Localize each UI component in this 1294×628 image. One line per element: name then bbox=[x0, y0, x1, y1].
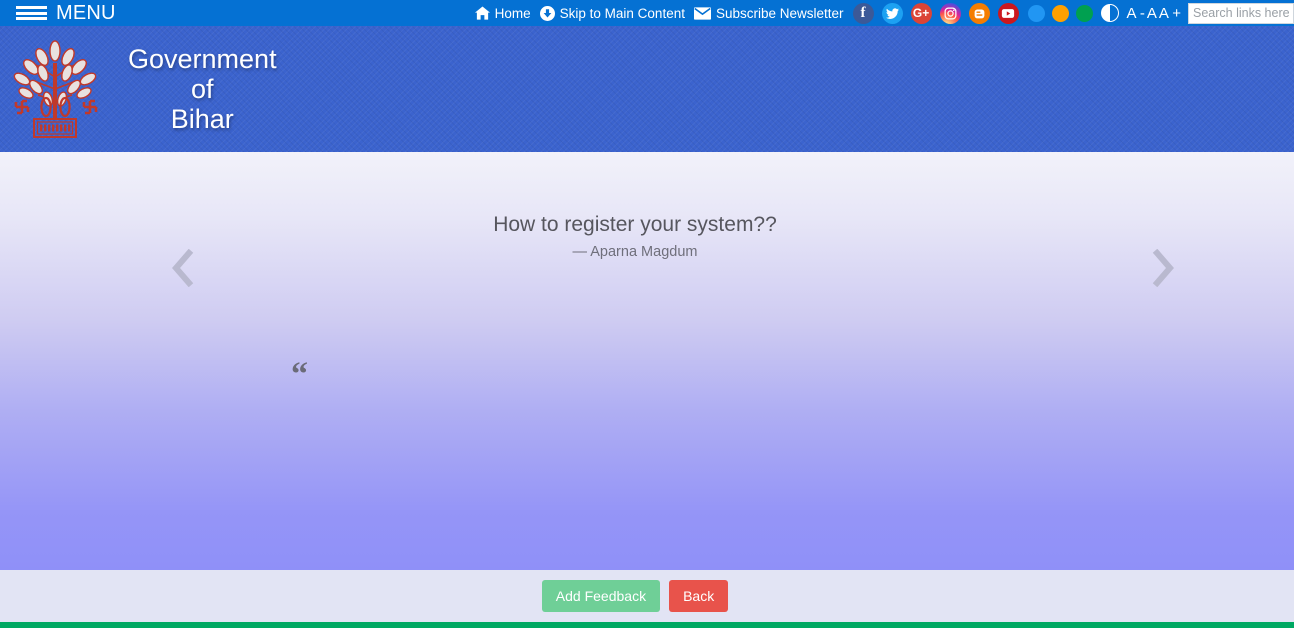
testimonial-content: How to register your system?? — Aparna M… bbox=[0, 212, 1294, 260]
font-decrease-button[interactable]: A - bbox=[1126, 5, 1146, 22]
font-size-controls: A - A A + bbox=[1126, 5, 1182, 22]
top-nav-right: Home Skip to Main Content Subscribe News… bbox=[474, 0, 1294, 26]
home-label: Home bbox=[494, 5, 531, 21]
instagram-icon[interactable] bbox=[939, 2, 961, 24]
contrast-toggle-icon[interactable] bbox=[1100, 4, 1119, 22]
home-link[interactable]: Home bbox=[474, 5, 531, 21]
back-button[interactable]: Back bbox=[669, 579, 729, 613]
theme-orange-dot[interactable] bbox=[1051, 4, 1069, 22]
gov-title-line-1: Government bbox=[128, 44, 277, 74]
testimonial-text: How to register your system?? bbox=[493, 213, 777, 236]
font-normal-button[interactable]: A bbox=[1146, 5, 1158, 22]
double-quote-icon: “ bbox=[291, 356, 308, 393]
testimonial-author: — Aparna Magdum bbox=[572, 244, 698, 261]
envelope-icon bbox=[693, 6, 711, 20]
youtube-icon[interactable] bbox=[997, 2, 1019, 24]
footer-action-bar: Add Feedback Back bbox=[0, 570, 1294, 622]
subscribe-newsletter-link[interactable]: Subscribe Newsletter bbox=[693, 5, 844, 21]
subscribe-newsletter-label: Subscribe Newsletter bbox=[715, 5, 844, 21]
skip-to-main-content-label: Skip to Main Content bbox=[559, 5, 685, 21]
menu-button[interactable]: MENU bbox=[0, 3, 116, 23]
menu-label: MENU bbox=[56, 2, 116, 24]
skip-to-main-content-link[interactable]: Skip to Main Content bbox=[539, 5, 685, 21]
gov-title-line-2: of bbox=[191, 74, 214, 104]
font-increase-button[interactable]: A + bbox=[1158, 5, 1182, 22]
theme-color-options bbox=[1027, 4, 1093, 22]
gov-title-line-3: Bihar bbox=[170, 104, 234, 134]
testimonial-carousel: “ How to register your system?? — Aparna… bbox=[0, 152, 1294, 570]
social-links: f G+ bbox=[852, 2, 1019, 24]
google-plus-icon[interactable]: G+ bbox=[910, 2, 932, 24]
bottom-accent-strip bbox=[0, 622, 1294, 628]
bihar-government-emblem bbox=[6, 33, 106, 145]
theme-green-dot[interactable] bbox=[1075, 4, 1093, 22]
circle-down-arrow-icon bbox=[539, 5, 555, 21]
add-feedback-button[interactable]: Add Feedback bbox=[541, 579, 661, 613]
twitter-icon[interactable] bbox=[881, 2, 903, 24]
brand-header: Government of Bihar bbox=[0, 26, 1294, 152]
page-title: Government of Bihar bbox=[128, 44, 277, 134]
search-input[interactable] bbox=[1188, 2, 1294, 24]
home-icon bbox=[474, 6, 490, 20]
theme-blue-dot[interactable] bbox=[1027, 4, 1045, 22]
facebook-icon[interactable]: f bbox=[852, 2, 874, 24]
hamburger-icon[interactable] bbox=[16, 4, 47, 22]
blogger-icon[interactable] bbox=[968, 2, 990, 24]
top-utility-bar: MENU Home Skip to Main Content Subscribe… bbox=[0, 0, 1294, 26]
